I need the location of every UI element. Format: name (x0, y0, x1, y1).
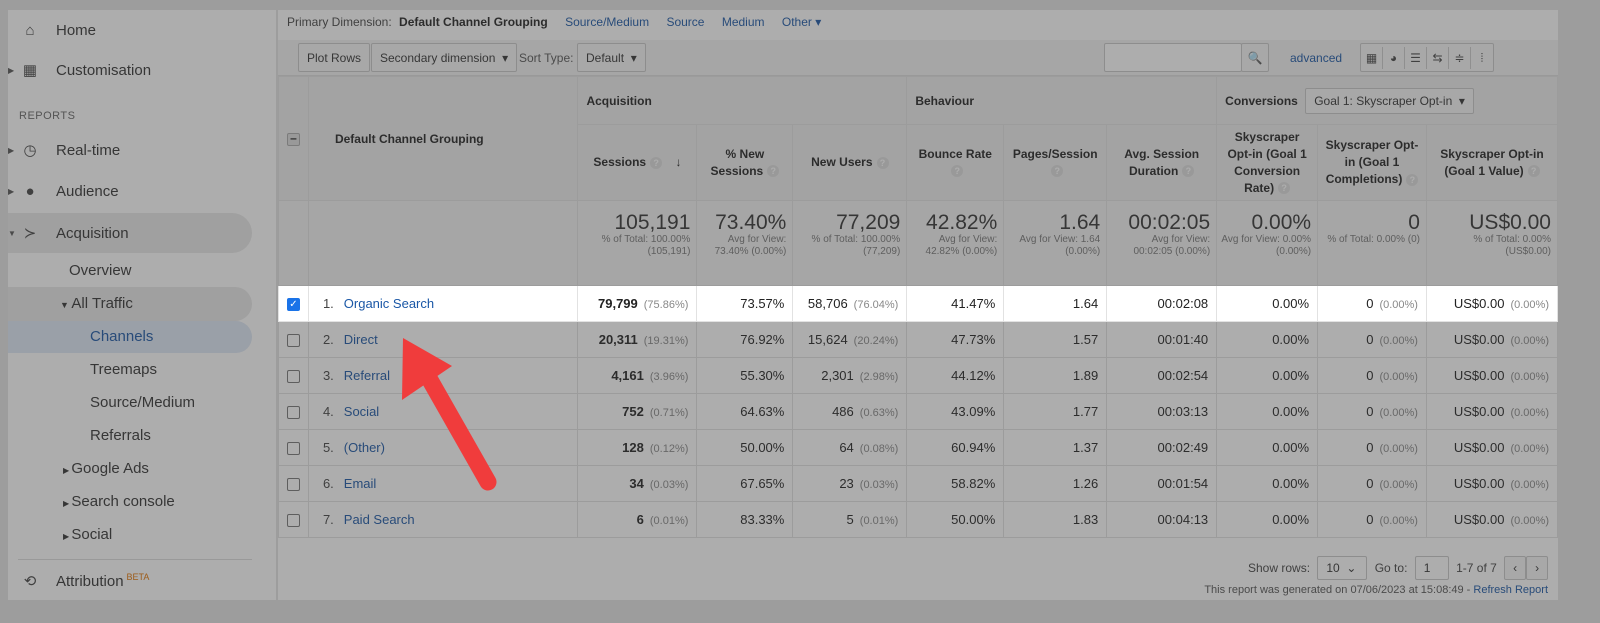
annotation-arrow (402, 338, 497, 491)
arrow-shaft (421, 371, 497, 491)
